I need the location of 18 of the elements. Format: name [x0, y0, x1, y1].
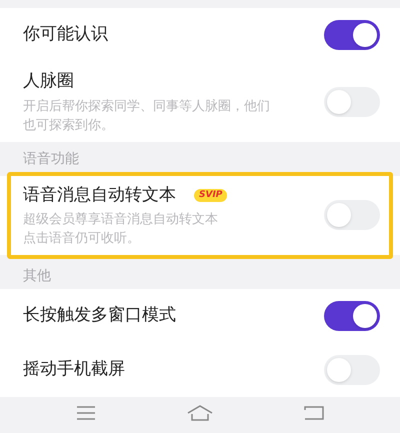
back-icon[interactable] [304, 406, 324, 420]
setting-description: 超级会员尊享语音消息自动转文本点击语音仍可收听。 [23, 211, 219, 248]
setting-label: 你可能认识 [23, 23, 108, 46]
menu-icon[interactable] [76, 406, 96, 420]
setting-label: 语音消息自动转文本 [23, 184, 176, 206]
setting-label: 长按触发多窗口模式 [23, 304, 176, 328]
setting-label: 人脉圈 [23, 70, 74, 93]
toggle-switch[interactable] [324, 355, 380, 385]
toggle-switch[interactable] [324, 86, 380, 117]
vip-badge: SVIP [194, 188, 228, 202]
toggle-switch[interactable] [324, 301, 380, 331]
home-icon[interactable] [186, 405, 213, 421]
section-header: 其他 [23, 267, 51, 286]
toggle-switch[interactable] [324, 200, 380, 230]
section-header: 语音功能 [23, 150, 79, 168]
setting-description: 开启后帮你探索同学、同事等人脉圈，他们也可探索到你。 [23, 98, 271, 134]
toggle-switch[interactable] [324, 20, 380, 50]
setting-label: 摇动手机截屏 [23, 358, 125, 382]
